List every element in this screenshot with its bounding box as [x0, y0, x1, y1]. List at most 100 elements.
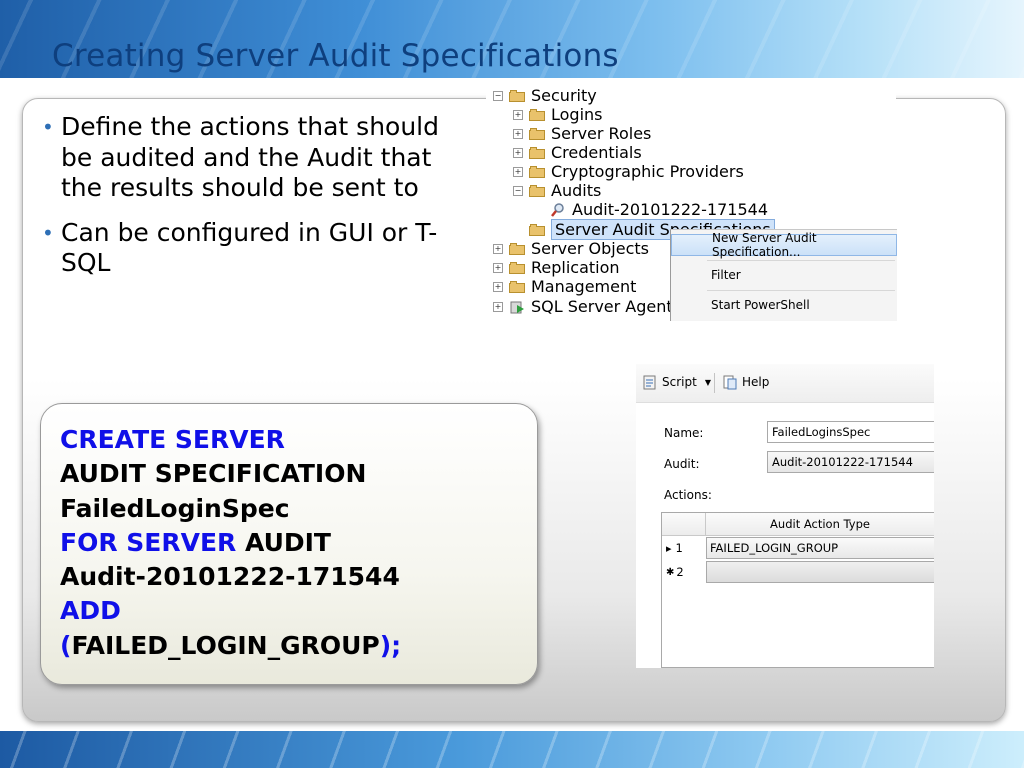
- folder-icon: [509, 89, 525, 102]
- row-header[interactable]: ✱ 2: [666, 561, 704, 583]
- code-paren: (: [60, 630, 72, 660]
- tree-label: Server Roles: [551, 124, 652, 143]
- bullet-dot-icon: •: [42, 220, 54, 245]
- audit-magnifier-icon: [551, 202, 564, 217]
- expand-icon[interactable]: +: [513, 147, 523, 158]
- bullet-text: Can be configured in GUI or T-SQL: [61, 217, 438, 278]
- toolbar-divider: [714, 373, 715, 393]
- menu-divider: [707, 290, 895, 291]
- audit-label: Audit:: [664, 457, 700, 471]
- bullet-item: • Define the actions that should be audi…: [42, 112, 472, 204]
- script-label: Script: [662, 375, 697, 389]
- bullet-dot-icon: •: [42, 115, 54, 139]
- audit-select[interactable]: Audit-20101222-171544: [767, 451, 934, 473]
- bullet-item: • Can be configured in GUI or T-SQL: [42, 218, 472, 279]
- folder-icon: [529, 108, 545, 121]
- folder-icon: [509, 280, 525, 293]
- tree-label: Security: [531, 86, 597, 105]
- chevron-down-icon[interactable]: ▼: [705, 378, 711, 387]
- bullet-list: • Define the actions that should be audi…: [42, 112, 472, 293]
- expand-icon[interactable]: +: [493, 243, 503, 254]
- column-header-audit-action-type[interactable]: Audit Action Type: [706, 513, 934, 535]
- grid-header: Audit Action Type: [662, 513, 934, 536]
- footer-band: [0, 731, 1024, 768]
- name-field[interactable]: FailedLoginsSpec: [767, 421, 934, 443]
- folder-icon: [529, 223, 545, 236]
- row-number: 1: [675, 541, 683, 555]
- menu-item-label: Start PowerShell: [711, 298, 810, 312]
- tree-node-credentials[interactable]: + Credentials: [513, 143, 642, 162]
- menu-item-label: New Server Audit Specification...: [712, 231, 817, 259]
- expand-icon[interactable]: +: [493, 262, 503, 273]
- tree-label: Logins: [551, 105, 603, 124]
- help-label: Help: [742, 375, 770, 389]
- code-keyword: FOR SERVER: [60, 527, 237, 557]
- audit-action-select-empty[interactable]: [706, 561, 934, 583]
- tree-label: Audits: [551, 181, 602, 200]
- menu-item-label: Filter: [711, 268, 741, 282]
- tree-node-management[interactable]: + Management: [493, 277, 636, 296]
- menu-item-start-powershell[interactable]: Start PowerShell: [671, 294, 897, 316]
- context-menu: New Server Audit Specification... Filter…: [670, 229, 897, 321]
- dialog-toolbar: Script ▼ Help: [636, 364, 934, 403]
- expand-icon[interactable]: +: [513, 109, 523, 120]
- row-number: 2: [676, 565, 684, 579]
- tree-node-audit-item[interactable]: Audit-20101222-171544: [550, 200, 768, 219]
- tree-node-cryptographic-providers[interactable]: + Cryptographic Providers: [513, 162, 744, 181]
- name-value: FailedLoginsSpec: [772, 425, 871, 439]
- help-button[interactable]: Help: [722, 374, 769, 390]
- tree-node-sql-server-agent[interactable]: + SQL Server Agent: [493, 297, 673, 316]
- tsql-code: CREATE SERVER AUDIT SPECIFICATION Failed…: [60, 423, 401, 663]
- code-text: AUDIT: [236, 527, 331, 557]
- folder-icon: [529, 184, 545, 197]
- collapse-icon[interactable]: −: [513, 185, 523, 196]
- audit-action-select[interactable]: FAILED_LOGIN_GROUP: [706, 537, 934, 559]
- folder-icon: [529, 127, 545, 140]
- code-text: AUDIT SPECIFICATION: [60, 459, 367, 489]
- code-paren: );: [379, 630, 402, 660]
- expand-icon[interactable]: +: [493, 301, 503, 312]
- tree-node-security[interactable]: − Security: [493, 86, 597, 105]
- row-header[interactable]: ▸ 1: [666, 537, 704, 559]
- sql-agent-icon: [510, 301, 524, 313]
- tree-node-audits[interactable]: − Audits: [513, 181, 601, 200]
- expand-icon[interactable]: +: [493, 281, 503, 292]
- menu-divider: [707, 260, 895, 261]
- current-row-icon: ▸: [666, 541, 672, 555]
- menu-item-filter[interactable]: Filter: [671, 264, 897, 286]
- bullet-text: Define the actions that should be audite…: [61, 112, 439, 202]
- collapse-icon[interactable]: −: [493, 90, 503, 101]
- folder-icon: [509, 242, 525, 255]
- folder-icon: [509, 261, 525, 274]
- script-icon: [643, 375, 656, 390]
- help-icon: [723, 375, 737, 390]
- folder-icon: [529, 146, 545, 159]
- tree-node-replication[interactable]: + Replication: [493, 258, 620, 277]
- slide-title: Creating Server Audit Specifications: [52, 38, 619, 74]
- script-button[interactable]: Script ▼: [642, 374, 711, 390]
- audit-value: Audit-20101222-171544: [772, 455, 913, 469]
- code-text: Audit-20101222-171544: [60, 562, 400, 592]
- tree-label: Management: [531, 277, 637, 296]
- tree-label: Audit-20101222-171544: [572, 200, 769, 219]
- tree-label: Cryptographic Providers: [551, 162, 744, 181]
- tree-label: SQL Server Agent: [531, 297, 673, 316]
- code-keyword: ADD: [60, 596, 121, 626]
- code-text: FAILED_LOGIN_GROUP: [71, 630, 380, 660]
- tree-label: Replication: [531, 258, 620, 277]
- tree-label: Credentials: [551, 143, 642, 162]
- actions-grid: Audit Action Type ▸ 1 FAILED_LOGIN_GROUP…: [661, 512, 934, 668]
- folder-icon: [529, 165, 545, 178]
- expand-icon[interactable]: +: [513, 166, 523, 177]
- code-keyword: CREATE SERVER: [60, 425, 285, 454]
- new-row-icon: ✱: [666, 566, 675, 578]
- menu-item-new-server-audit-specification[interactable]: New Server Audit Specification...: [671, 231, 897, 259]
- expand-icon[interactable]: +: [513, 128, 523, 139]
- tree-node-logins[interactable]: + Logins: [513, 105, 603, 124]
- tree-label: Server Objects: [531, 239, 649, 258]
- actions-label: Actions:: [664, 488, 712, 502]
- name-label: Name:: [664, 426, 704, 440]
- tree-node-server-roles[interactable]: + Server Roles: [513, 124, 651, 143]
- tree-node-server-objects[interactable]: + Server Objects: [493, 239, 649, 258]
- code-text: FailedLoginSpec: [60, 493, 290, 523]
